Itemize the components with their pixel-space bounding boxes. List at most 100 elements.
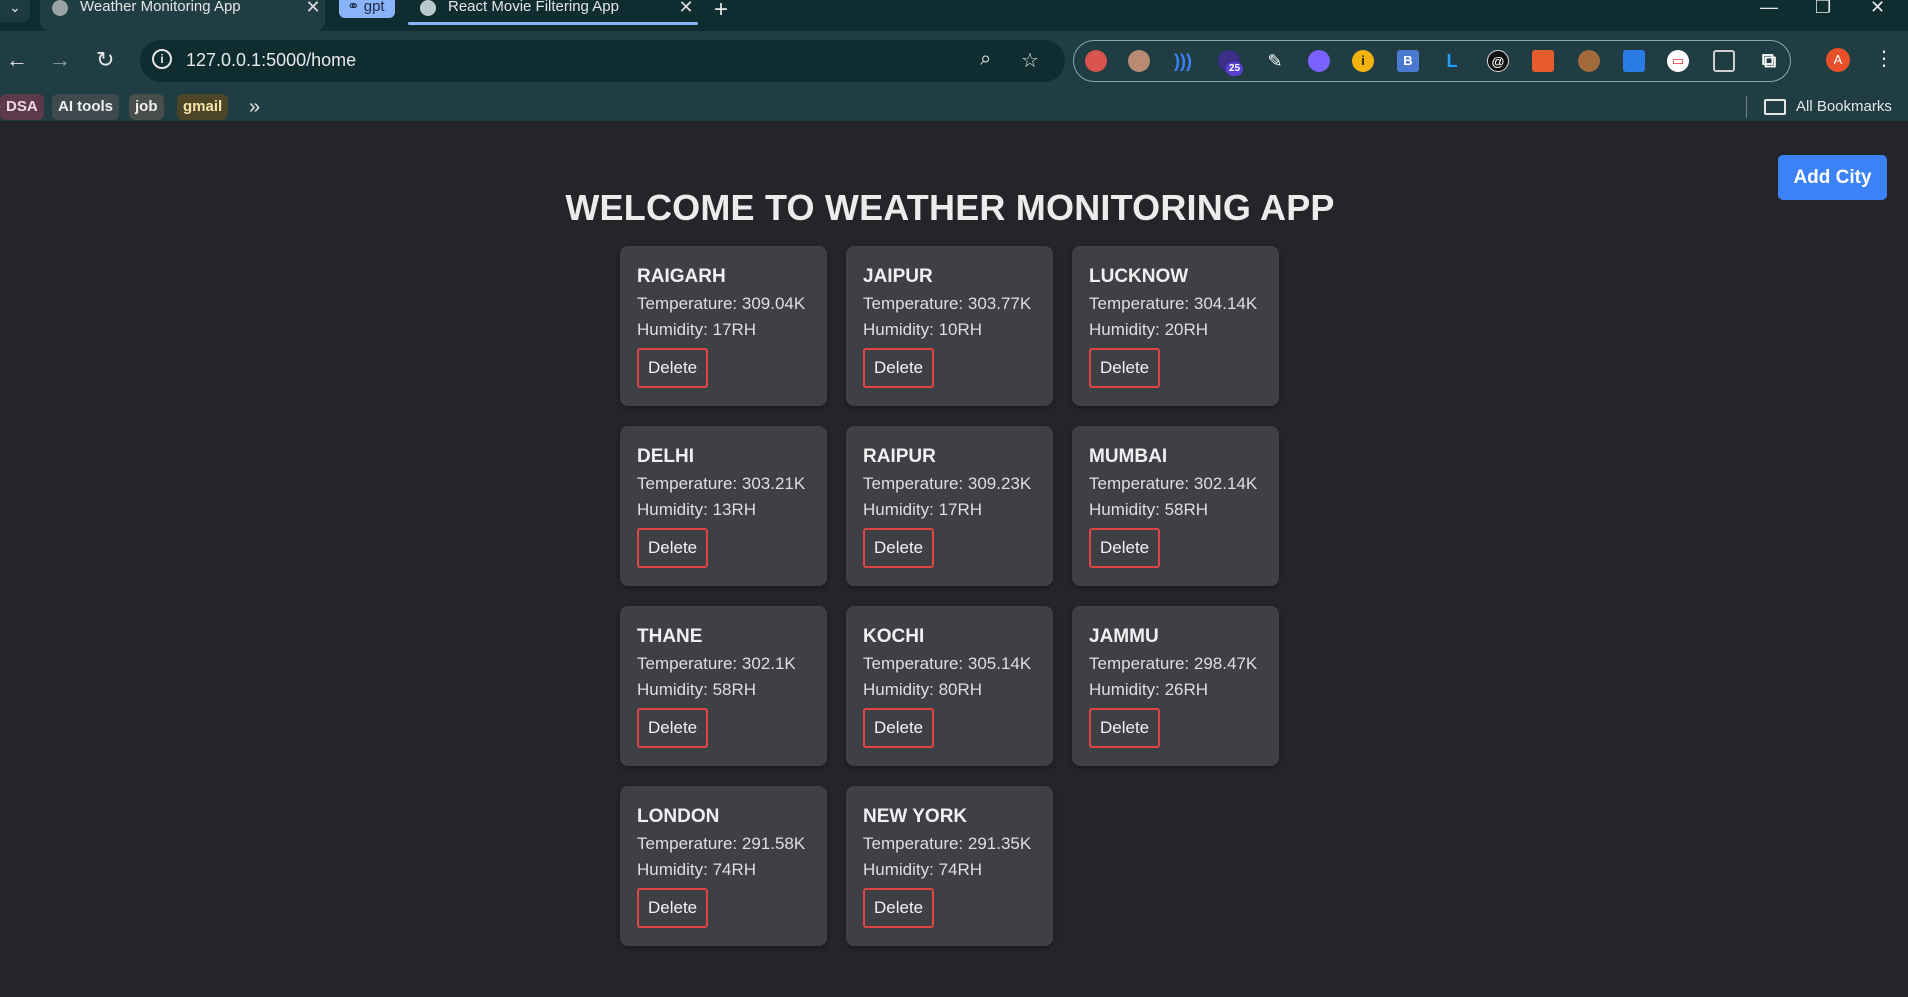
cookie-icon[interactable]	[1578, 50, 1600, 72]
city-name: KOCHI	[863, 626, 925, 647]
tab-group-indicator	[408, 22, 698, 25]
page-title: WELCOME TO WEATHER MONITORING APP	[565, 187, 1335, 228]
extension-info-icon[interactable]: i	[1352, 50, 1374, 72]
delete-button[interactable]: Delete	[1089, 528, 1161, 568]
humidity-text: Humidity: 74RH	[637, 860, 757, 879]
reload-icon[interactable]: ↻	[96, 48, 114, 72]
bookmark-dsa[interactable]: DSA	[0, 94, 44, 120]
tab-group-gpt[interactable]: ⚭ gpt	[339, 0, 395, 18]
extension-tag-icon[interactable]	[1532, 50, 1554, 72]
city-card: DELHI Temperature: 303.21K Humidity: 13R…	[620, 426, 827, 586]
app-page: Add City WELCOME TO WEATHER MONITORING A…	[0, 131, 1908, 997]
close-tab-icon[interactable]: ✕	[301, 0, 325, 16]
humidity-text: Humidity: 80RH	[863, 680, 983, 699]
city-card: NEW YORK Temperature: 291.35K Humidity: …	[846, 786, 1053, 946]
restore-icon[interactable]: ❐	[1815, 0, 1831, 18]
city-card: MUMBAI Temperature: 302.14K Humidity: 58…	[1072, 426, 1279, 586]
city-card: RAIGARH Temperature: 309.04K Humidity: 1…	[620, 246, 827, 406]
all-bookmarks-button[interactable]: All Bookmarks	[1764, 96, 1892, 118]
eyedropper-icon[interactable]: ✎	[1264, 50, 1286, 72]
extension-threads-icon[interactable]: @	[1487, 50, 1509, 72]
humidity-text: Humidity: 74RH	[863, 860, 983, 879]
humidity-text: Humidity: 10RH	[863, 320, 983, 339]
tab-title: Weather Monitoring App	[80, 0, 241, 14]
extension-b-icon[interactable]: B	[1397, 50, 1419, 72]
city-card: RAIPUR Temperature: 309.23K Humidity: 17…	[846, 426, 1053, 586]
bookmark-job[interactable]: job	[129, 94, 164, 120]
puzzle-icon[interactable]: ⧉	[1758, 50, 1780, 72]
tab-react-movie[interactable]: React Movie Filtering App ✕	[408, 0, 698, 31]
profile-avatar[interactable]: A	[1826, 48, 1850, 72]
humidity-text: Humidity: 17RH	[863, 500, 983, 519]
zoom-icon[interactable]: ⌕	[980, 48, 991, 71]
city-name: THANE	[637, 626, 703, 647]
delete-button[interactable]: Delete	[863, 528, 935, 568]
delete-button[interactable]: Delete	[637, 348, 709, 388]
bookmark-divider	[1746, 96, 1747, 118]
temperature-text: Temperature: 291.58K	[637, 834, 806, 853]
delete-button[interactable]: Delete	[637, 888, 709, 928]
temperature-text: Temperature: 291.35K	[863, 834, 1032, 853]
temperature-text: Temperature: 309.04K	[637, 294, 806, 313]
url-text[interactable]: 127.0.0.1:5000/home	[186, 50, 356, 71]
delete-button[interactable]: Delete	[637, 528, 709, 568]
tab-strip: ⌄ Weather Monitoring App ✕ ⚭ gpt React M…	[0, 0, 1908, 31]
delete-button[interactable]: Delete	[863, 348, 935, 388]
temperature-text: Temperature: 302.1K	[637, 654, 796, 673]
city-card: JAMMU Temperature: 298.47K Humidity: 26R…	[1072, 606, 1279, 766]
city-name: DELHI	[637, 446, 694, 467]
city-card: LONDON Temperature: 291.58K Humidity: 74…	[620, 786, 827, 946]
temperature-text: Temperature: 302.14K	[1089, 474, 1258, 493]
tab-group-label: gpt	[363, 0, 385, 15]
temperature-text: Temperature: 303.77K	[863, 294, 1032, 313]
humidity-text: Humidity: 20RH	[1089, 320, 1209, 339]
delete-button[interactable]: Delete	[863, 708, 935, 748]
delete-button[interactable]: Delete	[1089, 348, 1161, 388]
delete-button[interactable]: Delete	[1089, 708, 1161, 748]
extension-owl-icon[interactable]	[1128, 50, 1150, 72]
close-tab-icon[interactable]: ✕	[674, 0, 698, 16]
forward-icon[interactable]: →	[49, 48, 71, 72]
city-name: JAIPUR	[863, 266, 933, 287]
more-bookmarks-icon[interactable]: »	[249, 94, 260, 120]
city-name: RAIGARH	[637, 266, 726, 287]
temperature-text: Temperature: 298.47K	[1089, 654, 1258, 673]
tab-search-button[interactable]: ⌄	[0, 0, 30, 22]
temperature-text: Temperature: 309.23K	[863, 474, 1032, 493]
site-info-icon[interactable]: i	[152, 49, 172, 69]
extension-jira-icon[interactable]	[1623, 50, 1645, 72]
humidity-text: Humidity: 26RH	[1089, 680, 1209, 699]
extension-l-icon[interactable]: L	[1441, 50, 1463, 72]
new-tab-button[interactable]: +	[714, 0, 728, 24]
bookmark-gmail[interactable]: gmail	[177, 94, 229, 120]
close-window-icon[interactable]: ✕	[1870, 0, 1885, 18]
bookmark-star-icon[interactable]: ☆	[1021, 48, 1039, 73]
extension-umbrella-icon[interactable]	[1085, 50, 1107, 72]
extension-screen-icon[interactable]	[1713, 50, 1735, 72]
city-name: LONDON	[637, 806, 720, 827]
all-bookmarks-label: All Bookmarks	[1796, 98, 1892, 115]
humidity-text: Humidity: 58RH	[1089, 500, 1209, 519]
delete-button[interactable]: Delete	[863, 888, 935, 928]
city-name: RAIPUR	[863, 446, 936, 467]
tab-weather-monitoring[interactable]: Weather Monitoring App ✕	[40, 0, 325, 31]
tab-title: React Movie Filtering App	[448, 0, 619, 14]
city-name: JAMMU	[1089, 626, 1159, 647]
globe-icon	[52, 0, 68, 16]
menu-icon[interactable]: ⋮	[1874, 46, 1894, 71]
city-card: JAIPUR Temperature: 303.77K Humidity: 10…	[846, 246, 1053, 406]
link-icon: ⚭	[347, 0, 360, 15]
extension-record-icon[interactable]: ▭	[1667, 50, 1689, 72]
extension-badge: 25	[1226, 62, 1244, 76]
city-name: LUCKNOW	[1089, 266, 1189, 287]
extension-flame-icon[interactable]	[1308, 50, 1330, 72]
delete-button[interactable]: Delete	[637, 708, 709, 748]
humidity-text: Humidity: 13RH	[637, 500, 757, 519]
back-icon[interactable]: ←	[6, 48, 28, 72]
extension-audio-icon[interactable]: )))	[1172, 50, 1194, 72]
minimize-icon[interactable]: —	[1760, 0, 1778, 18]
bookmark-ai-tools[interactable]: AI tools	[52, 94, 119, 120]
city-card: KOCHI Temperature: 305.14K Humidity: 80R…	[846, 606, 1053, 766]
temperature-text: Temperature: 304.14K	[1089, 294, 1258, 313]
chatgpt-icon	[420, 0, 436, 16]
